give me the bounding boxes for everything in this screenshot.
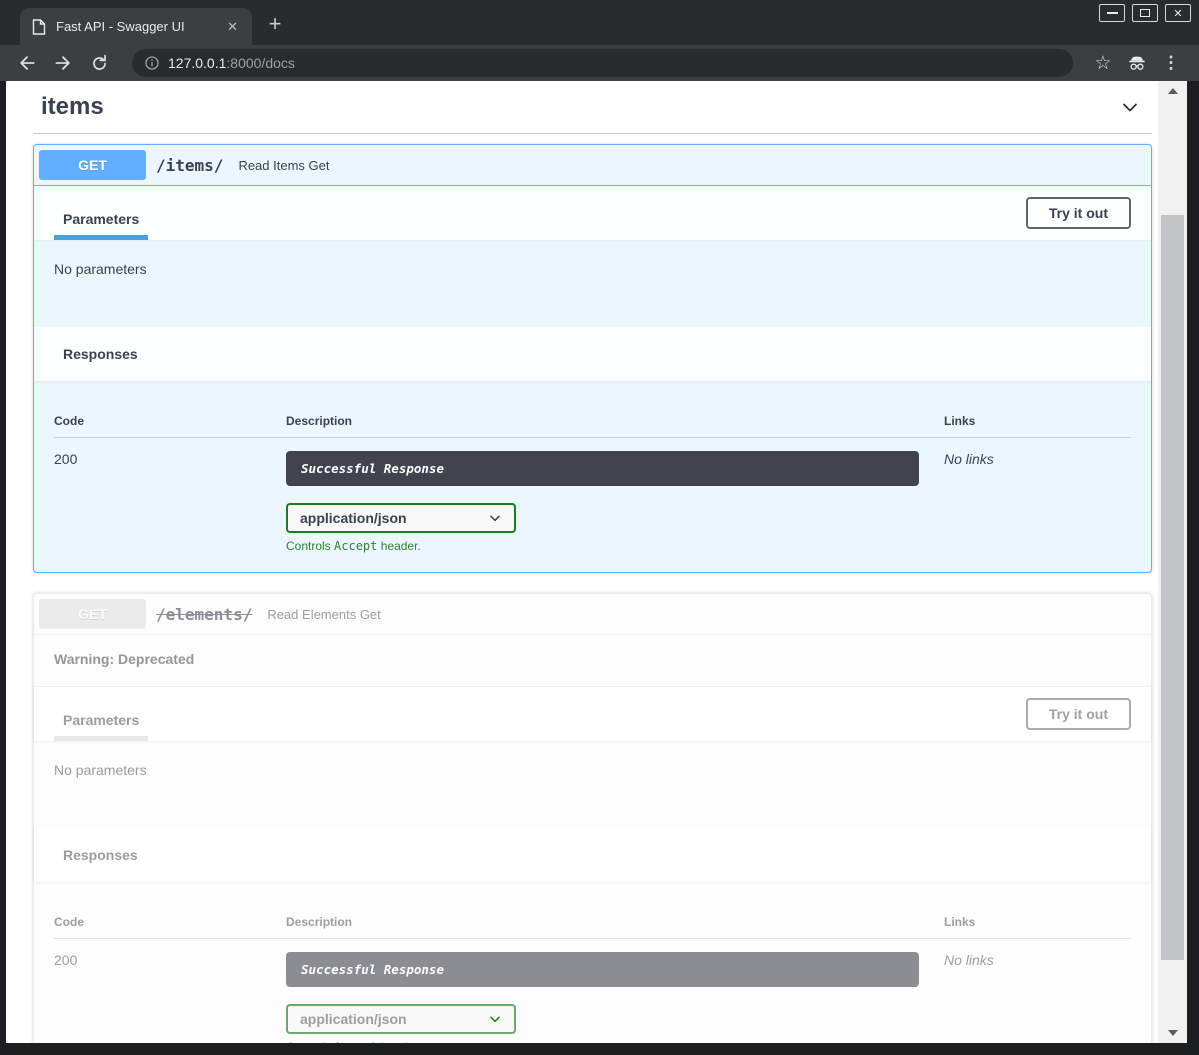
links-column-header: Links: [944, 414, 1131, 428]
operation-summary[interactable]: GET /elements/ Read Elements Get: [34, 594, 1151, 635]
responses-body: Code Description Links 200 Successful Re…: [34, 381, 1151, 572]
browser-toolbar: 127.0.0.1:8000/docs ☆ ⋮: [0, 45, 1199, 81]
swagger-content: items GET /items/ Read Items Get Paramet…: [6, 81, 1158, 1043]
vertical-scrollbar[interactable]: [1158, 81, 1187, 1043]
site-info-icon[interactable]: [144, 55, 160, 71]
window-maximize-button[interactable]: [1132, 4, 1158, 22]
url-host: 127.0.0.1: [168, 55, 226, 71]
back-arrow-icon: [17, 53, 37, 73]
responses-header: Responses: [34, 828, 1151, 882]
parameters-header: Parameters Try it out: [34, 687, 1151, 741]
no-links-text: No links: [944, 952, 1131, 1043]
incognito-icon: [1123, 50, 1151, 76]
parameters-body: No parameters: [34, 240, 1151, 327]
page-viewport: items GET /items/ Read Items Get Paramet…: [6, 81, 1187, 1043]
tab-close-icon[interactable]: ✕: [223, 17, 242, 37]
bookmark-star-icon[interactable]: ☆: [1089, 50, 1117, 76]
response-description-box: Successful Response: [286, 952, 919, 987]
deprecated-warning-wrap: Warning: Deprecated: [34, 635, 1151, 687]
response-row: 200 Successful Response application/json…: [54, 438, 1131, 553]
code-column-header: Code: [54, 915, 286, 929]
browser-tab[interactable]: Fast API - Swagger UI ✕: [20, 8, 252, 45]
select-chevron-icon: [488, 511, 502, 525]
browser-menu-icon[interactable]: ⋮: [1157, 50, 1185, 76]
scroll-down-arrow-icon[interactable]: [1158, 1025, 1187, 1041]
response-row: 200 Successful Response application/json…: [54, 939, 1131, 1043]
opblock-get-items: GET /items/ Read Items Get Parameters Tr…: [33, 144, 1152, 573]
operation-path: /elements/: [156, 605, 252, 624]
forward-arrow-icon: [53, 53, 73, 73]
accept-header-note: Controls Accept header.: [286, 539, 944, 553]
select-chevron-icon: [488, 1012, 502, 1026]
parameters-header: Parameters Try it out: [34, 186, 1151, 240]
try-it-out-button[interactable]: Try it out: [1026, 698, 1131, 730]
operation-path: /items/: [156, 156, 223, 175]
response-code: 200: [54, 952, 286, 1043]
opblock-get-elements-deprecated: GET /elements/ Read Elements Get Warning…: [33, 593, 1152, 1043]
accept-header-note: Controls Accept header.: [286, 1040, 944, 1043]
media-type-select[interactable]: application/json: [286, 1004, 516, 1034]
back-button[interactable]: [14, 50, 40, 76]
method-badge: GET: [39, 599, 146, 629]
no-parameters-text: No parameters: [54, 261, 147, 277]
window-minimize-button[interactable]: [1099, 4, 1125, 22]
operation-description: Read Items Get: [238, 158, 329, 173]
description-column-header: Description: [286, 915, 944, 929]
no-links-text: No links: [944, 451, 1131, 553]
scrollbar-thumb[interactable]: [1161, 215, 1184, 960]
tag-section-header[interactable]: items: [33, 81, 1152, 134]
new-tab-button[interactable]: +: [262, 13, 288, 35]
responses-body: Code Description Links 200 Successful Re…: [34, 882, 1151, 1043]
media-type-value: application/json: [300, 1011, 407, 1027]
code-column-header: Code: [54, 414, 286, 428]
response-description-cell: Successful Response application/json Con…: [286, 952, 944, 1043]
method-badge: GET: [39, 150, 146, 180]
responses-table-header: Code Description Links: [54, 414, 1131, 438]
tab-strip: Fast API - Swagger UI ✕ + ✕: [0, 0, 1199, 45]
operation-summary[interactable]: GET /items/ Read Items Get: [34, 145, 1151, 186]
url-path: :8000/docs: [226, 55, 295, 71]
tag-title: items: [41, 93, 104, 121]
operation-description: Read Elements Get: [267, 607, 380, 622]
tab-title: Fast API - Swagger UI: [56, 19, 223, 34]
parameters-tab: Parameters: [54, 712, 148, 741]
responses-table-header: Code Description Links: [54, 915, 1131, 939]
forward-button[interactable]: [50, 50, 76, 76]
collapse-chevron-icon[interactable]: [1118, 95, 1142, 119]
links-column-header: Links: [944, 915, 1131, 929]
parameters-tab: Parameters: [54, 211, 148, 240]
reload-icon: [90, 54, 109, 73]
no-parameters-text: No parameters: [54, 762, 147, 778]
scroll-up-arrow-icon[interactable]: [1158, 83, 1187, 99]
parameters-body: No parameters: [34, 741, 1151, 828]
page-favicon-icon: [32, 19, 46, 35]
response-description-cell: Successful Response application/json Con…: [286, 451, 944, 553]
responses-title: Responses: [54, 346, 147, 362]
description-column-header: Description: [286, 414, 944, 428]
media-type-value: application/json: [300, 510, 407, 526]
response-code: 200: [54, 451, 286, 553]
url-bar[interactable]: 127.0.0.1:8000/docs: [132, 49, 1073, 77]
window-close-button[interactable]: ✕: [1165, 4, 1191, 22]
try-it-out-button[interactable]: Try it out: [1026, 197, 1131, 229]
reload-button[interactable]: [86, 50, 112, 76]
deprecated-warning-text: Warning: Deprecated: [54, 651, 194, 667]
responses-header: Responses: [34, 327, 1151, 381]
responses-title: Responses: [54, 847, 147, 863]
response-description-box: Successful Response: [286, 451, 919, 486]
media-type-select[interactable]: application/json: [286, 503, 516, 533]
